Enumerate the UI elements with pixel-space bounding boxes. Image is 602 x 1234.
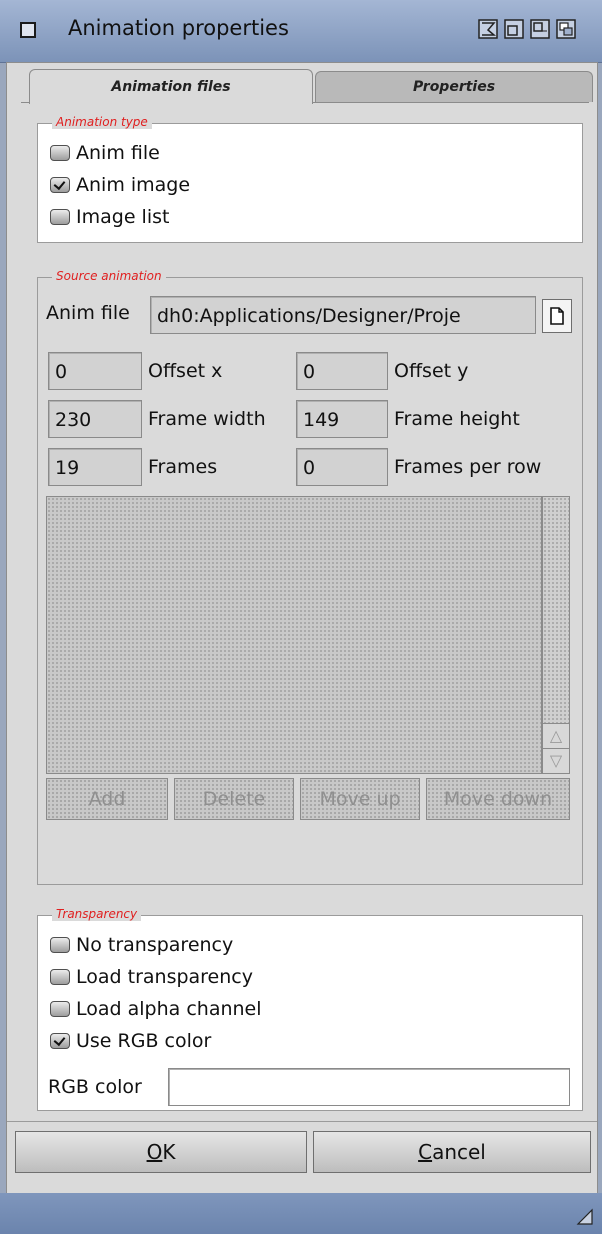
checkbox-box[interactable] [50,937,70,953]
load-alpha-channel-label: Load alpha channel [76,998,262,1020]
checkbox-box[interactable] [50,145,70,161]
no-transparency-radio[interactable]: No transparency [50,934,233,956]
source-animation-title: Source animation [52,269,166,283]
load-transparency-label: Load transparency [76,966,253,988]
move-down-button[interactable]: Move down [426,778,570,820]
anim-file-input[interactable]: dh0:Applications/Designer/Proje [150,296,536,334]
transparency-title: Transparency [52,907,142,921]
animation-type-title: Animation type [52,115,152,129]
checkbox-box[interactable] [50,177,70,193]
offset-x-input[interactable]: 0 [48,352,142,390]
cancel-accelerator: C [418,1140,433,1164]
frame-width-input[interactable]: 230 [48,400,142,438]
frame-height-input[interactable]: 149 [296,400,388,438]
offset-y-label: Offset y [394,360,469,382]
anim-image-radio[interactable]: Anim image [50,174,190,196]
file-icon [550,307,564,325]
anim-file-label: Anim file [76,142,160,164]
checkbox-box[interactable] [50,1001,70,1017]
checkbox-box[interactable] [50,209,70,225]
zoom-icon[interactable] [504,18,524,40]
resize-handle-icon[interactable] [576,1208,594,1226]
footer-divider [7,1121,597,1122]
image-list-radio[interactable]: Image list [50,206,169,228]
use-rgb-color-label: Use RGB color [76,1030,212,1052]
transparency-group: Transparency No transparency Load transp… [37,907,583,1111]
scroll-up-icon[interactable]: △ [543,723,569,748]
frames-label: Frames [148,456,218,478]
window-title: Animation properties [68,16,289,40]
add-button[interactable]: Add [46,778,168,820]
anim-file-field-label: Anim file [46,302,130,324]
ok-label: K [162,1140,176,1164]
anim-image-label: Anim image [76,174,191,196]
load-alpha-channel-radio[interactable]: Load alpha channel [50,998,262,1020]
cancel-label: ancel [432,1140,486,1164]
frames-per-row-input[interactable]: 0 [296,448,388,486]
rgb-color-input[interactable] [168,1068,570,1106]
cancel-button[interactable]: Cancel [313,1131,591,1173]
no-transparency-label: No transparency [76,934,234,956]
use-rgb-color-radio[interactable]: Use RGB color [50,1030,211,1052]
frames-input[interactable]: 19 [48,448,142,486]
dialog-body: Animation files Properties Animation typ… [6,62,598,1194]
offset-x-label: Offset x [148,360,223,382]
checkbox-box[interactable] [50,1033,70,1049]
image-list-label: Image list [76,206,170,228]
frame-height-label: Frame height [394,408,520,430]
checkbox-box[interactable] [50,969,70,985]
rgb-color-label: RGB color [48,1076,142,1098]
frames-per-row-label: Frames per row [394,456,542,478]
source-animation-group: Source animation Anim file dh0:Applicati… [37,269,583,885]
tab-animation-files[interactable]: Animation files [29,69,313,104]
maximize-icon[interactable] [530,18,550,40]
ok-accelerator: O [146,1140,163,1164]
offset-y-input[interactable]: 0 [296,352,388,390]
tab-properties[interactable]: Properties [315,71,593,102]
scroll-down-icon[interactable]: ▽ [543,748,569,773]
listview-scrollbar[interactable]: △ ▽ [542,496,570,774]
image-listview[interactable] [46,496,542,774]
depth-icon[interactable] [556,18,576,40]
delete-button[interactable]: Delete [174,778,294,820]
anim-file-radio[interactable]: Anim file [50,142,160,164]
file-requester-button[interactable] [542,299,572,333]
window-bottom-bar [0,1193,602,1234]
window-titlebar[interactable]: Animation properties [0,0,602,63]
animation-type-group: Animation type Anim file Anim image Imag… [37,115,583,243]
load-transparency-radio[interactable]: Load transparency [50,966,253,988]
frame-width-label: Frame width [148,408,266,430]
ok-button[interactable]: OK [15,1131,307,1173]
iconify-icon[interactable] [478,18,498,40]
close-icon[interactable] [20,22,36,38]
move-up-button[interactable]: Move up [300,778,420,820]
